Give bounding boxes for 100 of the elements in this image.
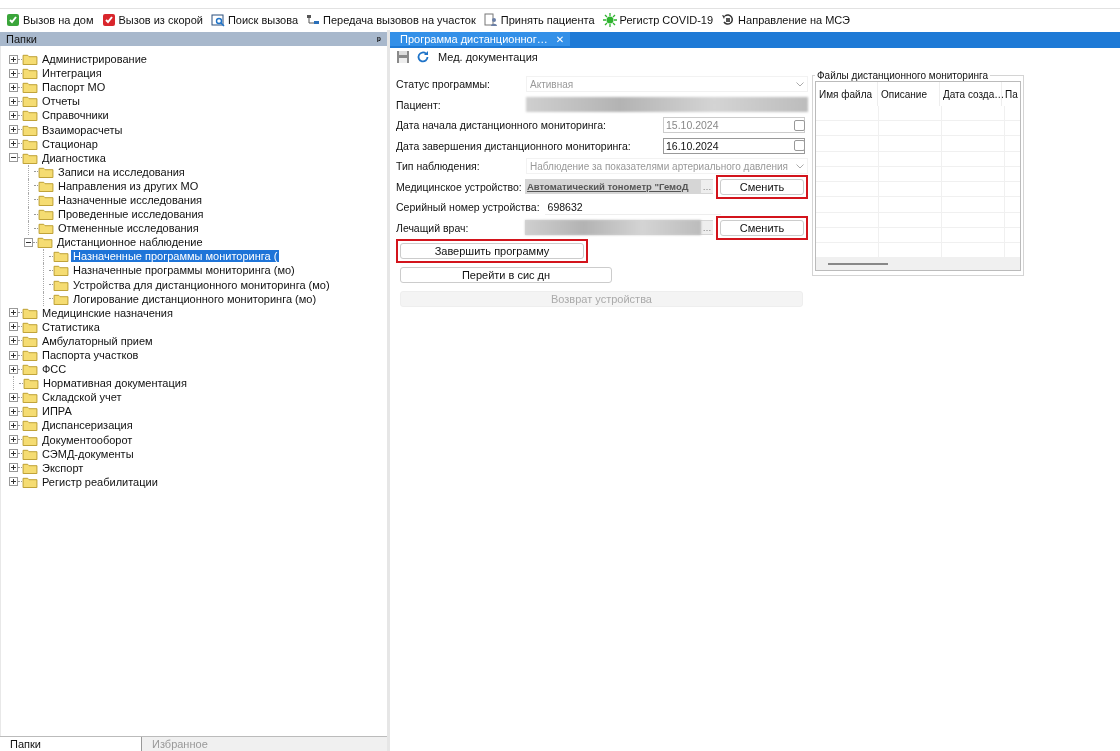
tree-item[interactable]: Регистр реабилитации	[40, 475, 160, 488]
column-header[interactable]: Описание	[878, 82, 940, 106]
toolbar-button[interactable]: Вызов на дом	[4, 12, 96, 27]
expand-toggle[interactable]	[9, 350, 18, 360]
folder-icon	[22, 53, 38, 66]
tree-item[interactable]: Взаиморасчеты	[40, 123, 125, 136]
tree-item[interactable]: Устройства для дистанционного мониторинга (мо)	[71, 278, 332, 291]
save-icon[interactable]	[396, 50, 410, 64]
toolbar-button[interactable]: Принять пациента	[481, 12, 597, 27]
tree-item[interactable]: Паспорт МО	[40, 81, 108, 94]
folder-icon	[53, 264, 69, 277]
tree-item[interactable]: Амбулаторный прием	[40, 334, 155, 347]
checkbox[interactable]	[794, 140, 805, 152]
expand-toggle[interactable]	[9, 308, 18, 318]
column-header[interactable]: Дата созда…	[940, 82, 1002, 106]
folder-icon	[22, 109, 38, 122]
expand-toggle[interactable]	[9, 139, 18, 149]
field-label: Дата начала дистанционного мониторинга:	[396, 119, 606, 132]
tree-item[interactable]: Проведенные исследования	[56, 208, 206, 221]
expand-toggle[interactable]	[9, 477, 18, 487]
panel-title: Папки	[6, 33, 37, 45]
expand-toggle[interactable]	[9, 435, 18, 445]
change-button[interactable]: Сменить	[720, 219, 804, 236]
expand-toggle[interactable]	[24, 237, 33, 247]
folder-icon	[53, 278, 69, 291]
expand-toggle[interactable]	[9, 336, 18, 346]
tree-item[interactable]: Назначенные программы мониторинга (мо)	[71, 264, 297, 277]
scrollbar-thumb[interactable]	[828, 263, 888, 266]
field-label: Лечащий врач:	[396, 221, 469, 234]
toolbar-button[interactable]: Регистр COVID-19	[600, 12, 716, 27]
expand-toggle[interactable]	[9, 54, 18, 64]
pin-button[interactable]: ᵖ	[377, 33, 381, 45]
toolbar-button[interactable]: Направление на МСЭ	[719, 12, 853, 27]
expand-toggle[interactable]	[9, 96, 18, 106]
medical-docs-button[interactable]: Мед. документация	[438, 51, 538, 63]
tree-item[interactable]: Складской учет	[40, 391, 124, 404]
folder-icon	[22, 349, 38, 361]
folder-icon	[22, 475, 38, 488]
expand-toggle[interactable]	[9, 82, 18, 92]
tree-item[interactable]: Медицинские назначения	[40, 306, 175, 319]
tree-item[interactable]: Интеграция	[40, 67, 104, 80]
tree-item[interactable]: Записи на исследования	[56, 165, 187, 178]
tree-item[interactable]: Отчеты	[40, 95, 83, 108]
toolbar-button[interactable]: Поиск вызова	[208, 12, 301, 27]
expand-toggle[interactable]	[9, 125, 18, 134]
folder-icon	[22, 391, 38, 404]
folder-icon	[38, 208, 54, 221]
expand-toggle[interactable]	[9, 463, 18, 473]
tree-item[interactable]: Нормативная документация	[41, 377, 189, 390]
expand-toggle[interactable]	[9, 364, 18, 374]
column-header[interactable]: Па	[1002, 82, 1020, 106]
refresh-icon[interactable]	[416, 50, 430, 64]
expand-toggle[interactable]	[9, 406, 18, 416]
field-label: Дата завершения дистанционного мониторинга:	[396, 139, 631, 152]
tree-item[interactable]: Статистика	[40, 320, 102, 333]
toolbar-button[interactable]: Вызов из скорой	[99, 12, 205, 27]
folder-icon	[22, 123, 38, 136]
tree-item[interactable]: Диагностика	[40, 151, 108, 164]
tab-title: Программа дистанционног…	[400, 33, 548, 45]
tree-item[interactable]: Экспорт	[40, 461, 86, 474]
tree-item[interactable]: Документооборот	[40, 433, 135, 446]
tree-item[interactable]: ИПРА	[40, 405, 74, 418]
expand-toggle[interactable]	[9, 392, 18, 402]
tree-item[interactable]: Назначенные исследования	[56, 194, 204, 206]
expand-toggle[interactable]	[9, 153, 18, 163]
picker-button[interactable]: …	[701, 180, 713, 194]
date-field[interactable]: 16.10.2024	[663, 137, 805, 154]
toolbar-button[interactable]: Передача вызовов на участок	[304, 12, 478, 27]
change-button[interactable]: Сменить	[720, 178, 804, 195]
tree-item[interactable]: Справочники	[40, 109, 111, 122]
expand-toggle[interactable]	[9, 110, 18, 120]
field-label: Статус программы:	[396, 78, 490, 91]
picker-button[interactable]: …	[701, 221, 713, 235]
expand-toggle[interactable]	[9, 68, 18, 78]
tree-item[interactable]: Паспорта участков	[40, 349, 141, 361]
folder-icon	[53, 292, 69, 305]
folder-icon	[22, 67, 38, 80]
tree-item[interactable]: Дистанционное наблюдение	[55, 236, 205, 249]
action-button[interactable]: Перейти в сис дн	[400, 267, 612, 283]
tree-item[interactable]: Отмененные исследования	[56, 222, 201, 235]
tree-item[interactable]: Логирование дистанционного мониторинга (мо)	[71, 292, 319, 305]
column-header[interactable]: Имя файла	[816, 82, 878, 106]
tree-item[interactable]: ФСС	[40, 363, 69, 376]
panel-tab[interactable]: Папки	[0, 737, 142, 751]
expand-toggle[interactable]	[9, 421, 18, 430]
circular-arrows-icon	[721, 12, 736, 27]
tree-item[interactable]: Администрирование	[40, 53, 149, 66]
expand-toggle[interactable]	[9, 449, 18, 459]
tree-item[interactable]: Направления из других МО	[56, 179, 201, 192]
expand-toggle[interactable]	[9, 322, 18, 332]
action-button[interactable]: Завершить программу	[400, 243, 584, 259]
tree-item[interactable]: Назначенные программы мониторинга (	[71, 250, 280, 263]
field-label: Серийный номер устройства:	[396, 201, 540, 214]
field-label: Пациент:	[396, 98, 441, 111]
device-field[interactable]: Автоматический тонометр "ГемоД	[525, 179, 701, 195]
folder-icon	[22, 320, 38, 333]
tree-item[interactable]: Стационар	[40, 137, 100, 150]
tree-item[interactable]: Диспансеризация	[40, 419, 135, 432]
tree-item[interactable]: СЭМД-документы	[40, 447, 136, 460]
folder-icon	[22, 81, 38, 94]
